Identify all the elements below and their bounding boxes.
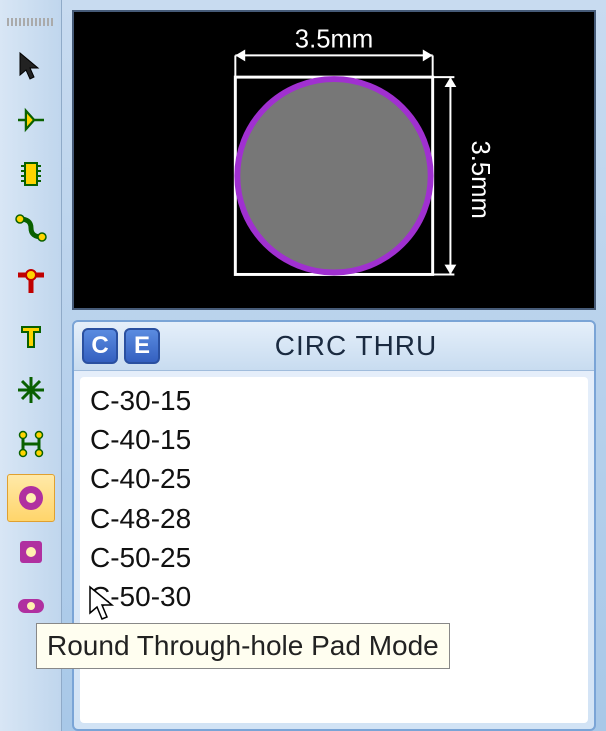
list-item[interactable]: C-48-28 <box>86 499 582 538</box>
dim-height-label: 3.5mm <box>466 141 494 219</box>
list-item[interactable]: C-40-25 <box>86 459 582 498</box>
star-icon <box>14 373 48 407</box>
main-panel: 3.5mm 3.5mm C E CIRC THRU C-30-15 <box>62 0 606 731</box>
square-pad-tool[interactable] <box>7 528 55 576</box>
list-item[interactable]: C-40-15 <box>86 420 582 459</box>
round-pad-tool[interactable] <box>7 474 55 522</box>
gate-icon <box>14 103 48 137</box>
trace-icon <box>14 211 48 245</box>
tee-tool[interactable] <box>7 258 55 306</box>
square-pad-icon <box>14 535 48 569</box>
list-item[interactable]: C-50-25 <box>86 538 582 577</box>
chip-icon <box>14 157 48 191</box>
h-tool[interactable] <box>7 420 55 468</box>
preview-canvas: 3.5mm 3.5mm <box>74 12 594 308</box>
oblong-pad-icon <box>14 589 48 623</box>
list-body: C-30-15 C-40-15 C-40-25 C-48-28 C-50-25 … <box>80 377 588 723</box>
cursor-icon <box>14 49 48 83</box>
list-title: CIRC THRU <box>166 330 586 362</box>
dim-width-label: 3.5mm <box>295 26 373 54</box>
dip-tool[interactable] <box>7 150 55 198</box>
tee-icon <box>14 265 48 299</box>
tooltip: Round Through-hole Pad Mode <box>36 623 450 669</box>
gate-tool[interactable] <box>7 96 55 144</box>
round-pad-icon <box>14 481 48 515</box>
list-item[interactable]: C-30-15 <box>86 381 582 420</box>
clone-button[interactable]: C <box>82 328 118 364</box>
edit-button[interactable]: E <box>124 328 160 364</box>
toolbar-grip <box>7 18 55 26</box>
select-tool[interactable] <box>7 42 55 90</box>
text-t-icon <box>14 319 48 353</box>
list-item[interactable]: C-50-30 <box>86 577 582 616</box>
text-tool[interactable] <box>7 312 55 360</box>
list-header: C E CIRC THRU <box>74 322 594 371</box>
left-toolbar <box>0 0 62 731</box>
h-icon <box>14 427 48 461</box>
pad-preview: 3.5mm 3.5mm <box>72 10 596 310</box>
trace-tool[interactable] <box>7 204 55 252</box>
star-tool[interactable] <box>7 366 55 414</box>
pad-list-panel: C E CIRC THRU C-30-15 C-40-15 C-40-25 C-… <box>72 320 596 731</box>
